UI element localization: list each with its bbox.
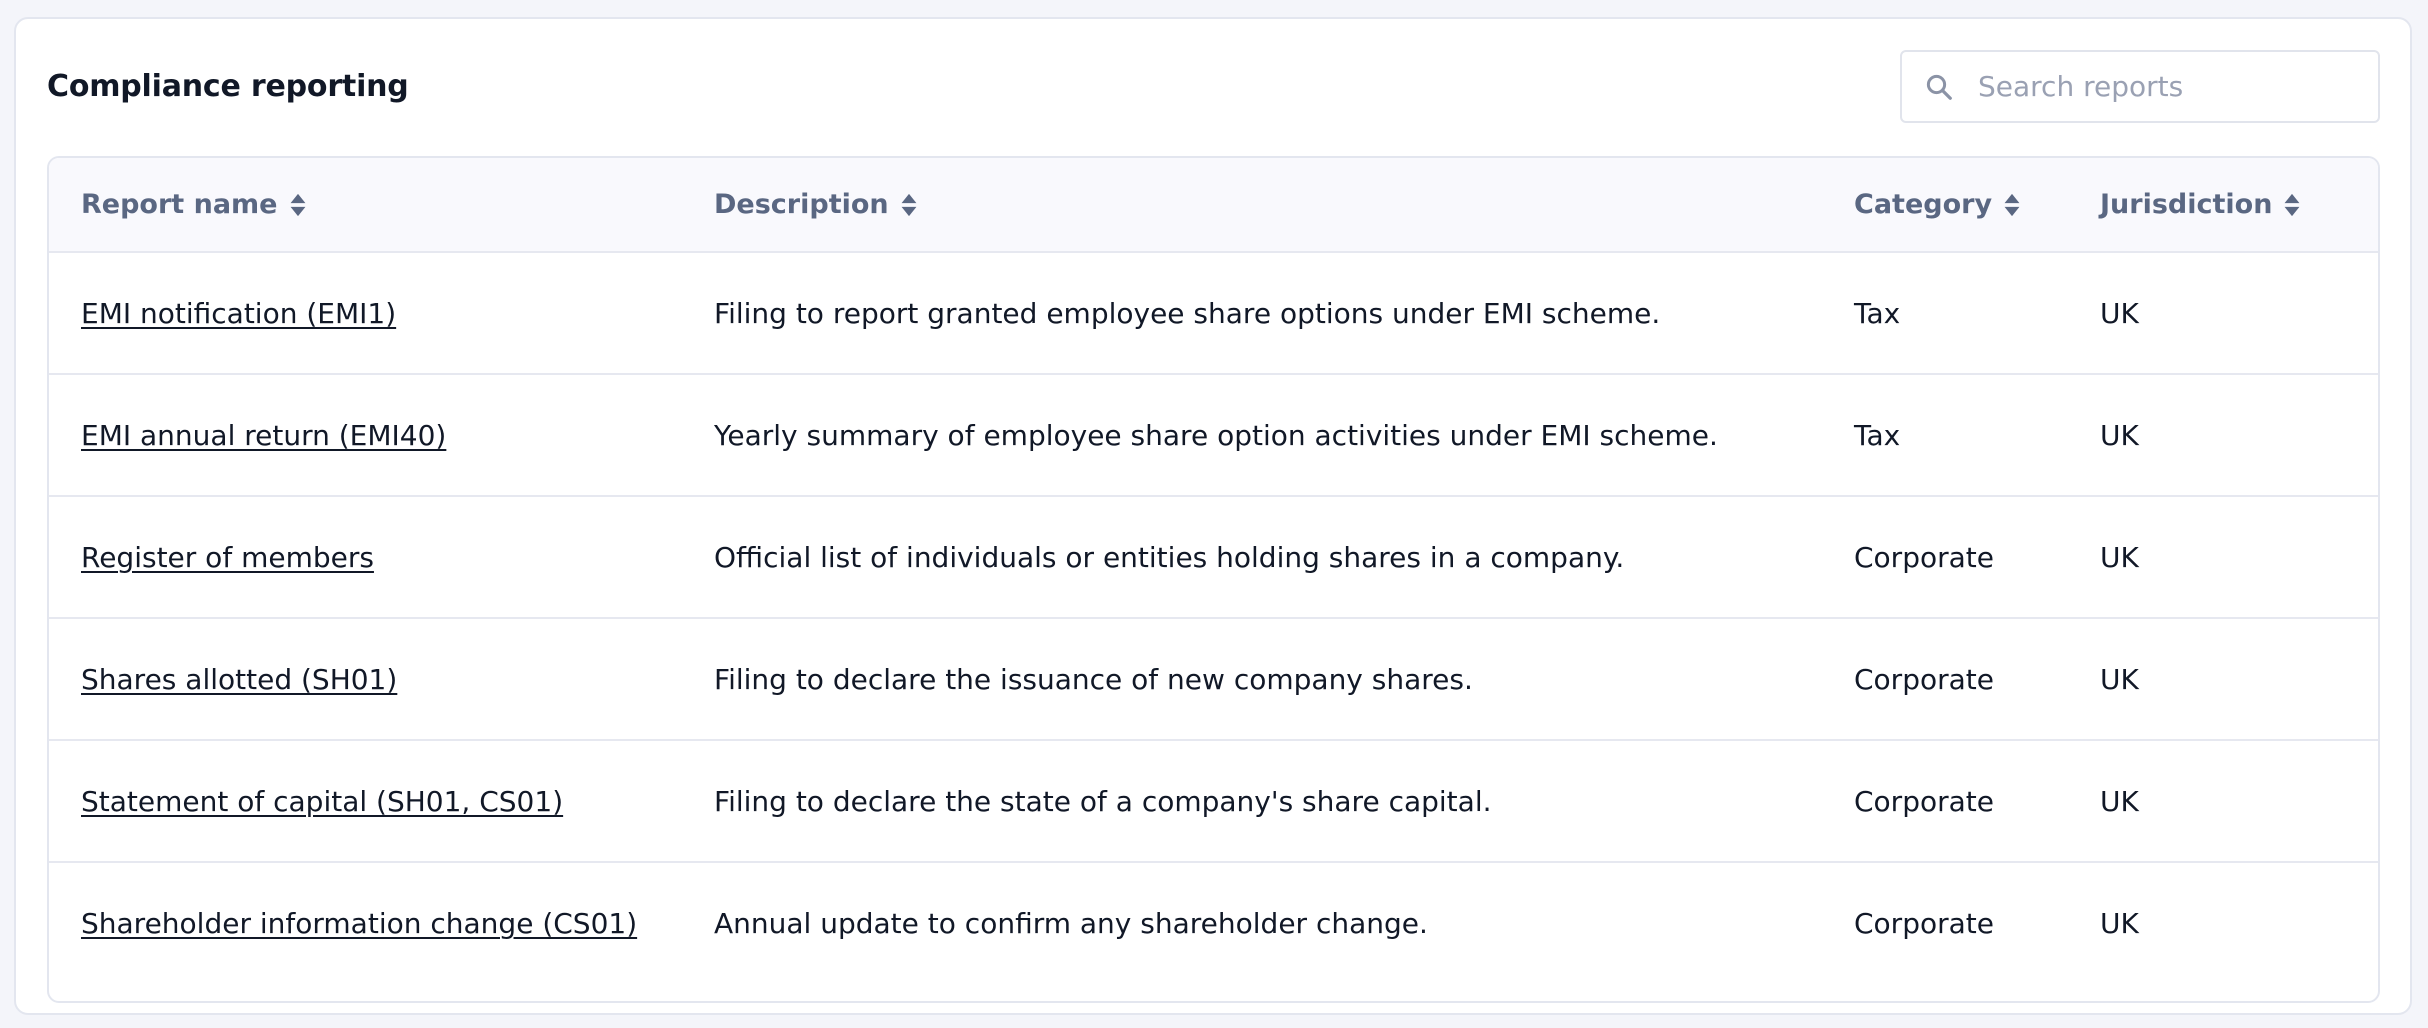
table-row: EMI notification (EMI1) Filing to report… <box>49 252 2378 374</box>
page-title: Compliance reporting <box>47 69 409 104</box>
report-link[interactable]: EMI notification (EMI1) <box>81 297 396 330</box>
category-cell: Tax <box>1854 296 1901 330</box>
column-header-category[interactable]: Category <box>1852 158 2098 253</box>
report-link[interactable]: Register of members <box>81 541 374 574</box>
category-cell: Corporate <box>1852 617 2098 740</box>
report-link[interactable]: Shareholder information change (CS01) <box>81 907 637 940</box>
compliance-reporting-card: Compliance reporting Report name <box>14 17 2412 1015</box>
report-name-cell: Shares allotted (SH01) <box>49 617 712 740</box>
column-label: Jurisdiction <box>2100 189 2273 220</box>
search-input[interactable] <box>1978 52 2368 121</box>
sort-icon[interactable] <box>2282 192 2302 218</box>
category-cell: Corporate <box>1852 495 2098 618</box>
description-cell: Filing to report granted employee share … <box>714 296 1661 330</box>
category-cell: Corporate <box>1852 861 2098 984</box>
column-label: Report name <box>81 189 278 220</box>
table-row: Shares allotted (SH01) Filing to declare… <box>49 617 2378 740</box>
report-name-cell: Statement of capital (SH01, CS01) <box>49 739 712 862</box>
report-name-cell: Register of members <box>49 495 712 618</box>
reports-table-container: Report name Description Category Jurisdi… <box>47 156 2380 1003</box>
table-row: Register of members Official list of ind… <box>49 495 2378 618</box>
table-body: EMI notification (EMI1) Filing to report… <box>49 252 2378 984</box>
table-row: Statement of capital (SH01, CS01) Filing… <box>49 739 2378 862</box>
search-icon <box>1926 74 1952 100</box>
reports-table: Report name Description Category Jurisdi… <box>49 158 2378 984</box>
jurisdiction-cell: UK <box>2098 373 2378 496</box>
category-cell: Tax <box>1852 373 2098 496</box>
column-label: Description <box>714 189 889 220</box>
description-cell: Yearly summary of employee share option … <box>712 373 1852 496</box>
sort-icon[interactable] <box>899 192 919 218</box>
jurisdiction-cell: UK <box>2098 861 2378 984</box>
report-link[interactable]: Statement of capital (SH01, CS01) <box>81 785 563 818</box>
description-cell: Annual update to confirm any shareholder… <box>712 861 1852 984</box>
report-name-cell: EMI annual return (EMI40) <box>49 373 712 496</box>
jurisdiction-cell: UK <box>2098 739 2378 862</box>
sort-icon[interactable] <box>288 192 308 218</box>
description-cell: Filing to declare the state of a company… <box>712 739 1852 862</box>
jurisdiction-cell: UK <box>2098 495 2378 618</box>
column-header-report-name[interactable]: Report name <box>49 158 712 253</box>
jurisdiction-cell: UK <box>2098 617 2378 740</box>
table-row: EMI annual return (EMI40) Yearly summary… <box>49 373 2378 496</box>
table-header: Report name Description Category Jurisdi… <box>49 158 2378 253</box>
category-cell: Corporate <box>1852 739 2098 862</box>
report-link[interactable]: Shares allotted (SH01) <box>81 663 397 696</box>
sort-icon[interactable] <box>2002 192 2022 218</box>
report-name-cell: EMI notification (EMI1) <box>49 252 712 374</box>
column-header-jurisdiction[interactable]: Jurisdiction <box>2098 158 2378 253</box>
report-link[interactable]: EMI annual return (EMI40) <box>81 419 446 452</box>
column-header-description[interactable]: Description <box>712 158 1852 253</box>
description-cell: Official list of individuals or entities… <box>712 495 1852 618</box>
column-label: Category <box>1854 189 1993 220</box>
report-name-cell: Shareholder information change (CS01) <box>49 861 712 984</box>
description-cell: Filing to declare the issuance of new co… <box>712 617 1852 740</box>
header-row: Report name Description Category Jurisdi… <box>49 158 2378 253</box>
table-row: Shareholder information change (CS01) An… <box>49 861 2378 984</box>
jurisdiction-cell: UK <box>2100 296 2139 330</box>
search-box[interactable] <box>1900 50 2380 123</box>
